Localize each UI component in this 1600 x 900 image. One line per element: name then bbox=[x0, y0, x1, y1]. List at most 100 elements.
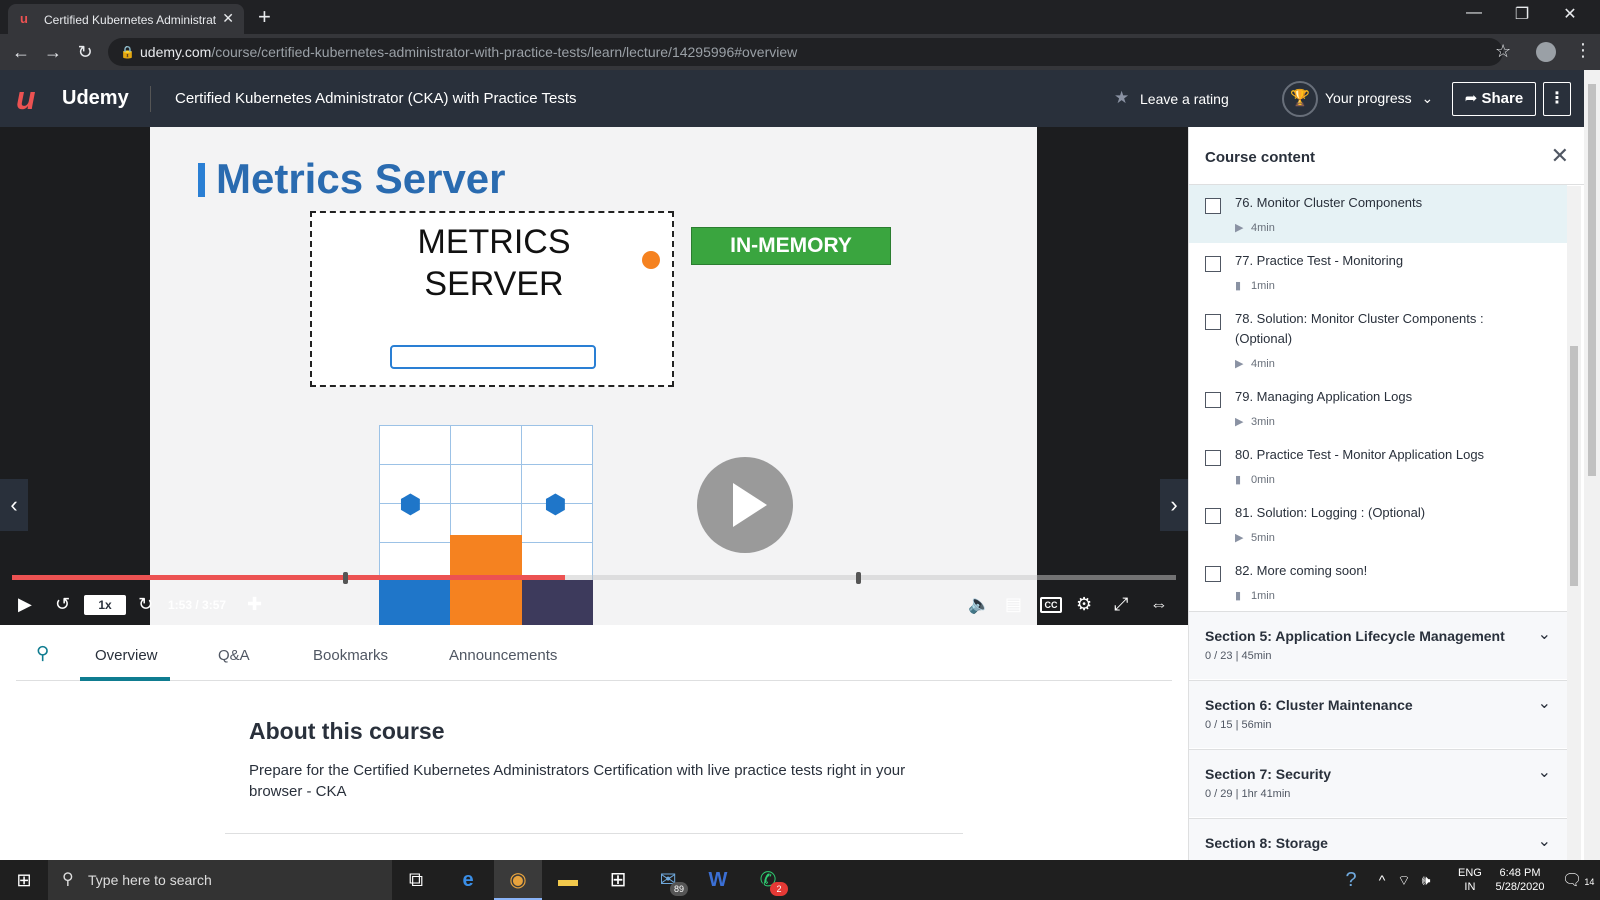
more-options-icon[interactable]: ⋮ bbox=[1543, 82, 1571, 116]
task-view-icon[interactable]: ⧉ bbox=[392, 860, 440, 900]
settings-gear-icon[interactable]: ⚙ bbox=[1076, 594, 1092, 615]
word-icon[interactable]: W bbox=[694, 860, 742, 900]
lecture-checkbox[interactable] bbox=[1205, 508, 1221, 524]
lecture-item[interactable]: 79. Managing Application Logs ▶ 3min bbox=[1189, 379, 1567, 437]
rewind-icon[interactable]: ↺ bbox=[55, 594, 70, 615]
search-icon[interactable]: ⚲ bbox=[36, 643, 49, 664]
back-icon[interactable]: ← bbox=[10, 41, 32, 63]
address-bar[interactable]: 🔒 udemy.com/course/certified-kubernetes-… bbox=[108, 38, 1503, 66]
tab-bookmarks[interactable]: Bookmarks bbox=[313, 647, 388, 664]
header-divider bbox=[150, 86, 151, 112]
browser-toolbar: ← → ↻ 🔒 udemy.com/course/certified-kuber… bbox=[0, 34, 1600, 70]
video-player[interactable]: Metrics Server METRICS SERVER IN-MEMORY … bbox=[0, 127, 1188, 625]
lock-icon: 🔒 bbox=[120, 45, 135, 59]
udemy-favicon-icon: u bbox=[20, 11, 28, 26]
udemy-logo-icon[interactable]: u bbox=[16, 82, 36, 114]
big-play-icon[interactable] bbox=[697, 457, 793, 553]
leave-rating-button[interactable]: ★ Leave a rating bbox=[1114, 88, 1229, 107]
close-tab-icon[interactable]: ✕ bbox=[222, 10, 234, 27]
section-header[interactable]: Section 7: Security 0 / 29 | 1hr 41min ⌄ bbox=[1189, 749, 1567, 817]
notification-icon[interactable]: 🗨 14 bbox=[1562, 870, 1594, 890]
bookmark-marker[interactable] bbox=[856, 572, 861, 584]
your-progress-label: Your progress bbox=[1325, 90, 1412, 106]
captions-button[interactable]: CC bbox=[1040, 597, 1062, 613]
browser-menu-icon[interactable]: ⋮ bbox=[1574, 40, 1592, 61]
close-window-icon[interactable]: ✕ bbox=[1550, 4, 1590, 24]
course-title[interactable]: Certified Kubernetes Administrator (CKA)… bbox=[175, 90, 577, 107]
lecture-checkbox[interactable] bbox=[1205, 256, 1221, 272]
wifi-icon[interactable]: ⌔ bbox=[1394, 860, 1414, 900]
udemy-logo-text[interactable]: Udemy bbox=[62, 87, 129, 110]
lecture-item[interactable]: 77. Practice Test - Monitoring ▮ 1min bbox=[1189, 243, 1567, 301]
expand-width-icon[interactable]: ⇔ bbox=[1150, 594, 1168, 615]
lecture-checkbox[interactable] bbox=[1205, 392, 1221, 408]
tab-overview[interactable]: Overview bbox=[95, 647, 158, 664]
mail-icon[interactable]: ✉ 89 bbox=[644, 860, 692, 900]
tab-qa[interactable]: Q&A bbox=[218, 647, 250, 664]
taskbar-search[interactable]: ⚲ Type here to search bbox=[48, 860, 392, 900]
scrollbar-thumb[interactable] bbox=[1588, 84, 1596, 476]
close-sidebar-icon[interactable]: ✕ bbox=[1551, 143, 1569, 169]
chevron-up-icon[interactable]: ^ bbox=[1372, 860, 1392, 900]
bookmark-marker[interactable] bbox=[343, 572, 348, 584]
page-scrollbar[interactable] bbox=[1584, 70, 1600, 860]
lecture-duration-text: 5min bbox=[1251, 532, 1275, 544]
url-host: udemy.com bbox=[140, 44, 212, 60]
active-tab-indicator bbox=[80, 677, 170, 681]
lecture-item[interactable]: 81. Solution: Logging : (Optional) ▶ 5min bbox=[1189, 495, 1567, 553]
transcript-icon[interactable]: ▤ bbox=[1005, 594, 1022, 615]
forward-icon[interactable]: → bbox=[42, 41, 64, 63]
restore-icon[interactable]: ❐ bbox=[1502, 4, 1542, 24]
lecture-checkbox[interactable] bbox=[1205, 566, 1221, 582]
lecture-item[interactable]: 78. Solution: Monitor Cluster Components… bbox=[1189, 301, 1567, 379]
lecture-item[interactable]: 82. More coming soon! ▮ 1min bbox=[1189, 553, 1567, 611]
lecture-checkbox[interactable] bbox=[1205, 314, 1221, 330]
profile-avatar[interactable] bbox=[1536, 42, 1556, 62]
sidebar-scrollbar[interactable] bbox=[1567, 186, 1581, 860]
scrollbar-thumb[interactable] bbox=[1570, 346, 1578, 586]
language-indicator[interactable]: ENG IN bbox=[1458, 866, 1482, 894]
lecture-checkbox[interactable] bbox=[1205, 198, 1221, 214]
container-icon: ⬢ bbox=[399, 489, 422, 519]
browser-tab[interactable]: u Certified Kubernetes Administrat ✕ bbox=[8, 4, 244, 34]
minimize-icon[interactable]: — bbox=[1454, 4, 1494, 22]
add-bookmark-icon[interactable]: ✚ bbox=[247, 594, 262, 615]
section-title: Section 6: Cluster Maintenance bbox=[1205, 697, 1413, 713]
share-button[interactable]: ➦ Share bbox=[1452, 82, 1536, 116]
tab-announcements[interactable]: Announcements bbox=[449, 647, 557, 664]
windows-taskbar: ⊞ ⚲ Type here to search ⧉ e ◉ ▬ ⊞ ✉ 89 W … bbox=[0, 860, 1600, 900]
search-icon: ⚲ bbox=[62, 871, 74, 888]
lecture-item[interactable]: 76. Monitor Cluster Components ▶ 4min bbox=[1189, 185, 1567, 243]
section-header[interactable]: Section 8: Storage ⌄ bbox=[1189, 818, 1567, 860]
taskbar-search-placeholder: Type here to search bbox=[88, 872, 212, 888]
edge-icon[interactable]: e bbox=[444, 860, 492, 900]
section-header[interactable]: Section 6: Cluster Maintenance 0 / 15 | 5… bbox=[1189, 680, 1567, 748]
lecture-duration-text: 3min bbox=[1251, 416, 1275, 428]
help-icon[interactable]: ? bbox=[1336, 860, 1366, 900]
store-icon[interactable]: ⊞ bbox=[594, 860, 642, 900]
lecture-duration: ▮ 1min bbox=[1235, 589, 1275, 602]
play-icon[interactable]: ▶ bbox=[18, 594, 32, 615]
volume-icon[interactable]: 🔈 bbox=[968, 594, 990, 615]
previous-lecture-icon[interactable]: ‹ bbox=[0, 479, 28, 531]
lecture-checkbox[interactable] bbox=[1205, 450, 1221, 466]
reload-icon[interactable]: ↻ bbox=[74, 41, 96, 63]
bookmark-star-icon[interactable]: ☆ bbox=[1495, 41, 1511, 62]
lecture-item[interactable]: 80. Practice Test - Monitor Application … bbox=[1189, 437, 1567, 495]
lecture-duration-text: 4min bbox=[1251, 358, 1275, 370]
whatsapp-icon[interactable]: ✆ 2 bbox=[744, 860, 792, 900]
playback-speed-button[interactable]: 1x bbox=[84, 595, 126, 615]
trophy-icon[interactable]: 🏆 bbox=[1282, 81, 1318, 117]
chrome-icon[interactable]: ◉ bbox=[494, 860, 542, 900]
section-header[interactable]: Section 5: Application Lifecycle Managem… bbox=[1189, 611, 1567, 679]
forward-icon[interactable]: ↻ bbox=[138, 594, 153, 615]
speaker-icon[interactable]: 🕪 bbox=[1416, 860, 1436, 900]
system-clock[interactable]: 6:48 PM 5/28/2020 bbox=[1488, 866, 1552, 894]
windows-start-icon[interactable]: ⊞ bbox=[0, 860, 48, 900]
next-lecture-icon[interactable]: › bbox=[1160, 479, 1188, 531]
new-tab-button[interactable]: + bbox=[258, 4, 271, 30]
fullscreen-icon[interactable]: ⤢ bbox=[1114, 594, 1128, 615]
your-progress-dropdown[interactable]: Your progress ⌄ bbox=[1325, 90, 1433, 107]
url-path: /course/certified-kubernetes-administrat… bbox=[211, 44, 798, 60]
file-explorer-icon[interactable]: ▬ bbox=[544, 860, 592, 900]
